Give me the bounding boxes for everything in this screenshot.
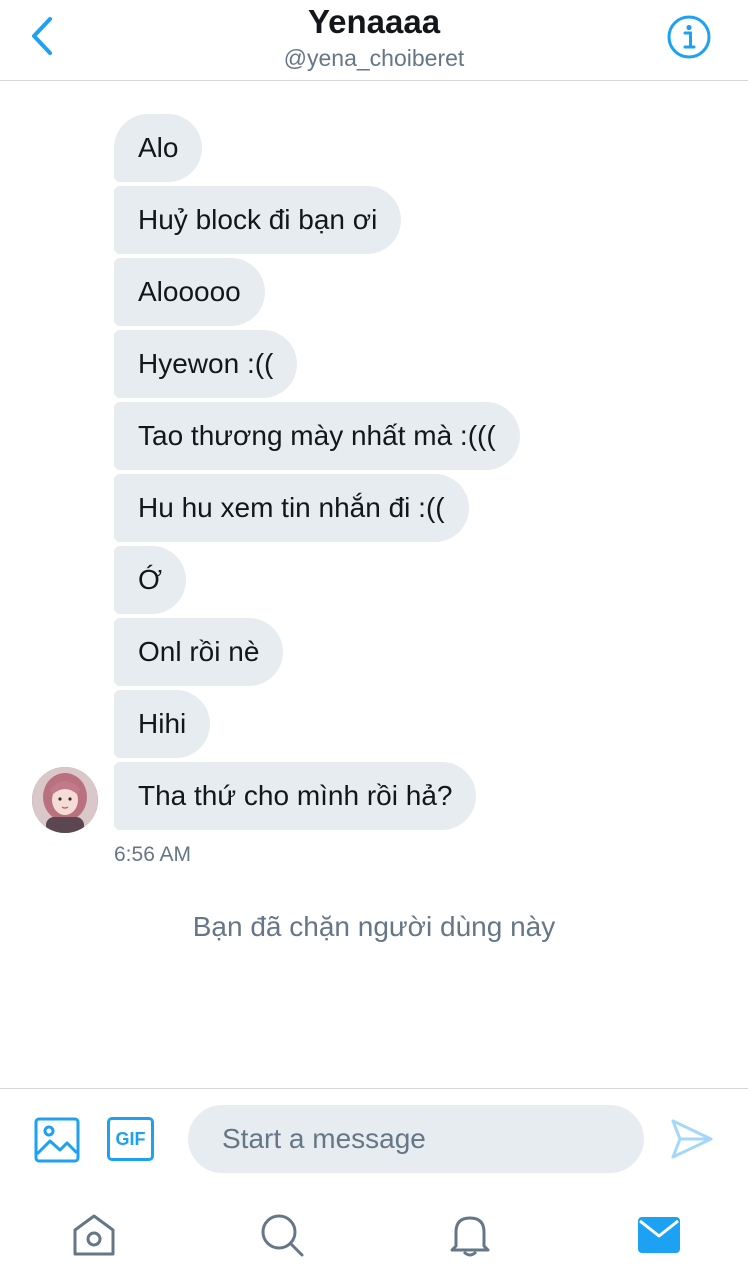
nav-search[interactable]: [259, 1212, 305, 1258]
message-bubble[interactable]: Hu hu xem tin nhắn đi :((: [114, 474, 469, 542]
message-bubble[interactable]: Alo: [114, 114, 203, 182]
notifications-icon: [450, 1216, 490, 1257]
sender-avatar[interactable]: [32, 767, 98, 833]
avatar-portrait: [32, 767, 98, 833]
message-bubble[interactable]: Alooooo: [114, 258, 265, 326]
message-timestamp: 6:56 AM: [114, 843, 192, 866]
blocked-user-notice: Bạn đã chặn người dùng này: [192, 911, 556, 942]
info-icon: [667, 15, 711, 59]
message-bubble[interactable]: Onl rồi nè: [114, 618, 284, 686]
home-icon: [73, 1214, 115, 1256]
conversation-title: Yenaaaa: [307, 3, 441, 40]
send-button[interactable]: [670, 1117, 714, 1161]
add-media-button[interactable]: [34, 1117, 80, 1163]
messages-icon: [638, 1217, 680, 1253]
message-bubble[interactable]: Huỷ block đi bạn ơi: [114, 186, 402, 254]
conversation-header: Yenaaaa @yena_choiberet: [0, 0, 748, 81]
message-bubble[interactable]: Tha thứ cho mình rồi hả?: [114, 762, 477, 830]
message-bubble[interactable]: Ớ: [114, 546, 187, 614]
add-gif-button[interactable]: GIF: [107, 1117, 154, 1161]
nav-notifications[interactable]: [447, 1212, 493, 1258]
message-bubble[interactable]: Tao thương mày nhất mà :(((: [114, 402, 520, 470]
conversation-handle: @yena_choiberet: [283, 45, 465, 71]
image-icon: [34, 1117, 80, 1163]
nav-home[interactable]: [71, 1212, 117, 1258]
send-icon: [671, 1119, 713, 1159]
message-bubble[interactable]: Hyewon :((: [114, 330, 298, 398]
message-input[interactable]: [188, 1105, 644, 1173]
nav-messages[interactable]: [636, 1212, 682, 1258]
message-bubble[interactable]: Hihi: [114, 690, 211, 758]
bottom-navigation: [0, 1188, 748, 1286]
message-composer: GIF: [0, 1088, 748, 1189]
search-icon: [261, 1214, 304, 1257]
info-button[interactable]: [666, 14, 712, 60]
